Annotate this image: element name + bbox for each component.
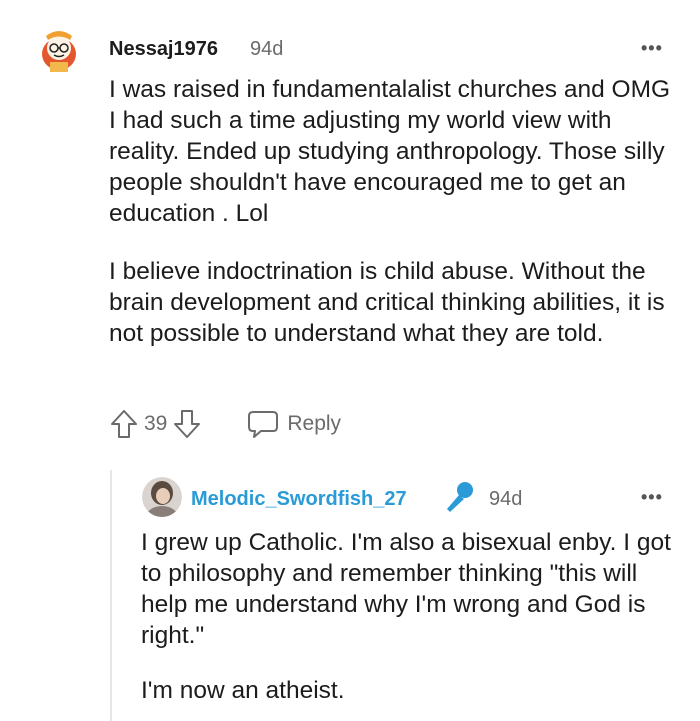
upvote-button[interactable] [110, 409, 138, 439]
user-avatar[interactable] [34, 24, 84, 74]
upvote-arrow-icon [111, 410, 137, 438]
comment-paragraph-1: I was raised in fundamentalalist churche… [109, 76, 671, 227]
vote-count: 39 [144, 412, 168, 435]
reply-username[interactable]: Melodic_Swordfish_27 [191, 487, 407, 511]
comment-more-options-button[interactable]: ••• [641, 39, 663, 57]
reply-button[interactable]: Reply [247, 409, 341, 439]
comment-timestamp: 94d [250, 38, 284, 60]
comment-paragraph-2: I believe indoctrination is child abuse.… [109, 258, 665, 347]
snoo-avatar-icon [34, 24, 84, 74]
comment: Nessaj1976 94d ••• I was raised in funda… [0, 0, 700, 721]
comment-actions: 39 Reply [110, 408, 341, 440]
reply-timestamp: 94d [489, 488, 523, 510]
downvote-arrow-icon [174, 410, 201, 438]
reply-more-options-button[interactable]: ••• [641, 488, 663, 506]
downvote-button[interactable] [173, 409, 201, 439]
thread-line [110, 470, 112, 721]
reply-user-avatar[interactable] [142, 477, 182, 517]
profile-photo-icon [142, 477, 182, 517]
speech-bubble-icon [248, 411, 279, 438]
reply-paragraph-2: I'm now an atheist. [141, 677, 345, 704]
comment-username[interactable]: Nessaj1976 [109, 37, 218, 61]
reply-label: Reply [287, 412, 342, 435]
microphone-icon [447, 482, 473, 512]
reply-paragraph-1: I grew up Catholic. I'm also a bisexual … [141, 529, 671, 649]
